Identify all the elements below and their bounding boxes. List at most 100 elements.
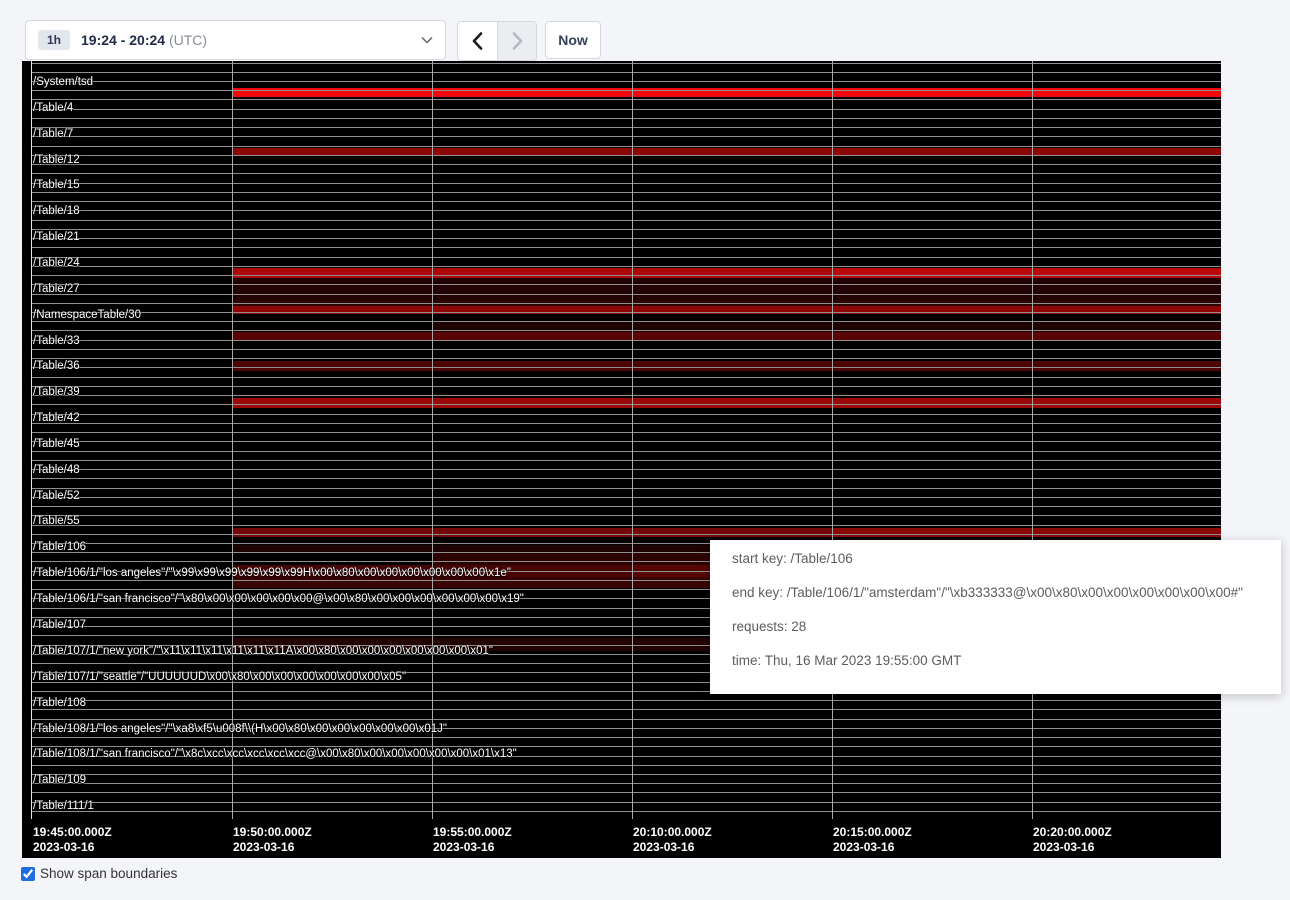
axis-time-label: 20:15:00.000Z2023-03-16 [833, 825, 912, 855]
axis-date: 2023-03-16 [1033, 840, 1112, 855]
row-label: /Table/33 [33, 335, 80, 348]
span-boundary-line [31, 765, 1221, 766]
axis-time: 19:55:00.000Z [433, 825, 512, 840]
time-gridline [432, 61, 433, 819]
row-label: /Table/15 [33, 179, 80, 192]
axis-time-label: 19:50:00.000Z2023-03-16 [233, 825, 312, 855]
span-boundary-line [31, 423, 1221, 424]
row-label: /Table/107/1/"seattle"/"UUUUUUD\x00\x80\… [33, 671, 406, 684]
row-label: /Table/36 [33, 360, 80, 373]
span-boundary-line [31, 192, 1221, 193]
heat-band [232, 268, 832, 278]
row-label: /Table/39 [33, 386, 80, 399]
axis-date: 2023-03-16 [633, 840, 712, 855]
span-boundary-line [31, 358, 1221, 359]
heat-band [832, 528, 1221, 537]
heat-band [232, 528, 832, 537]
span-boundary-line [31, 469, 1221, 470]
axis-time: 19:50:00.000Z [233, 825, 312, 840]
heat-band [232, 361, 1221, 371]
key-visualizer-canvas[interactable]: /System/tsd/Table/4/Table/7/Table/12/Tab… [22, 61, 1221, 858]
span-boundary-line [31, 441, 1221, 442]
heat-band [832, 268, 1221, 278]
axis-date: 2023-03-16 [833, 840, 912, 855]
axis-date: 2023-03-16 [433, 840, 512, 855]
span-boundary-line [31, 525, 1221, 526]
axis-date: 2023-03-16 [233, 840, 312, 855]
span-boundary-line [31, 719, 1221, 720]
range-label: 19:24 - 20:24 (UTC) [81, 32, 207, 48]
span-boundary-line [31, 404, 1221, 405]
time-range-select[interactable]: 1h 19:24 - 20:24 (UTC) [25, 20, 446, 60]
row-label: /Table/45 [33, 438, 80, 451]
chevron-down-icon [421, 36, 433, 44]
row-label: /Table/55 [33, 515, 80, 528]
span-boundary-line [31, 127, 1221, 128]
tooltip-requests: requests: 28 [732, 620, 1267, 634]
show-span-boundaries-label: Show span boundaries [40, 866, 177, 881]
span-boundary-line [31, 294, 1221, 295]
axis-time: 20:20:00.000Z [1033, 825, 1112, 840]
row-label: /Table/7 [33, 128, 73, 141]
span-boundary-line [31, 340, 1221, 341]
span-boundary-line [31, 792, 1221, 793]
row-label: /Table/48 [33, 464, 80, 477]
span-boundary-line [31, 700, 1221, 701]
span-boundary-line [31, 72, 1221, 73]
row-label: /Table/106 [33, 541, 86, 554]
span-boundary-line [31, 210, 1221, 211]
axis-date: 2023-03-16 [33, 840, 112, 855]
row-label: /Table/111/1 [33, 800, 94, 813]
tooltip-start-key: start key: /Table/106 [732, 552, 1267, 566]
axis-time-label: 19:45:00.000Z2023-03-16 [33, 825, 112, 855]
span-boundary-line [31, 238, 1221, 239]
span-boundary-line [31, 321, 1221, 322]
next-range-button[interactable] [497, 22, 536, 60]
span-boundary-line [31, 266, 1221, 267]
span-boundary-line [31, 90, 1221, 91]
span-boundary-line [31, 330, 1221, 331]
show-span-boundaries-checkbox[interactable] [21, 867, 35, 881]
span-boundary-line [31, 414, 1221, 415]
span-boundary-line [31, 488, 1221, 489]
row-label: /Table/107 [33, 619, 86, 632]
span-boundary-line [31, 303, 1221, 304]
row-label: /Table/12 [33, 154, 80, 167]
axis-time: 20:10:00.000Z [633, 825, 712, 840]
label-boundary-line [31, 61, 32, 819]
range-nav-group [457, 21, 537, 61]
axis-time-label: 20:20:00.000Z2023-03-16 [1033, 825, 1112, 855]
span-boundary-line [31, 432, 1221, 433]
span-boundary-line [31, 451, 1221, 452]
span-boundary-line [31, 709, 1221, 710]
range-timezone: (UTC) [169, 32, 207, 48]
row-label: /Table/108/1/"los angeles"/"\xa8\xf5\u00… [33, 723, 447, 736]
span-boundary-line [31, 349, 1221, 350]
row-label: /Table/52 [33, 490, 80, 503]
span-boundary-line [31, 783, 1221, 784]
span-boundary-line [31, 164, 1221, 165]
span-boundary-line [31, 201, 1221, 202]
span-boundary-line [31, 478, 1221, 479]
prev-range-button[interactable] [458, 22, 497, 60]
span-boundary-line [31, 367, 1221, 368]
row-label: /Table/106/1/"los angeles"/"\x99\x99\x99… [33, 567, 511, 580]
span-boundary-line [31, 312, 1221, 313]
range-times: 19:24 - 20:24 [81, 32, 165, 48]
span-boundary-line [31, 746, 1221, 747]
now-button[interactable]: Now [545, 21, 601, 59]
span-boundary-line [31, 497, 1221, 498]
chevron-right-icon [512, 32, 523, 50]
span-boundary-line [31, 506, 1221, 507]
row-label: /Table/42 [33, 412, 80, 425]
span-boundary-line [31, 146, 1221, 147]
row-label: /Table/24 [33, 257, 80, 270]
span-boundary-line [31, 515, 1221, 516]
time-gridline [232, 61, 233, 819]
axis-time-label: 19:55:00.000Z2023-03-16 [433, 825, 512, 855]
span-boundary-line [31, 811, 1221, 812]
span-boundary-line [31, 173, 1221, 174]
row-label: /Table/107/1/"new york"/"\x11\x11\x11\x1… [33, 645, 493, 658]
span-boundary-line [31, 257, 1221, 258]
span-boundary-line [31, 802, 1221, 803]
